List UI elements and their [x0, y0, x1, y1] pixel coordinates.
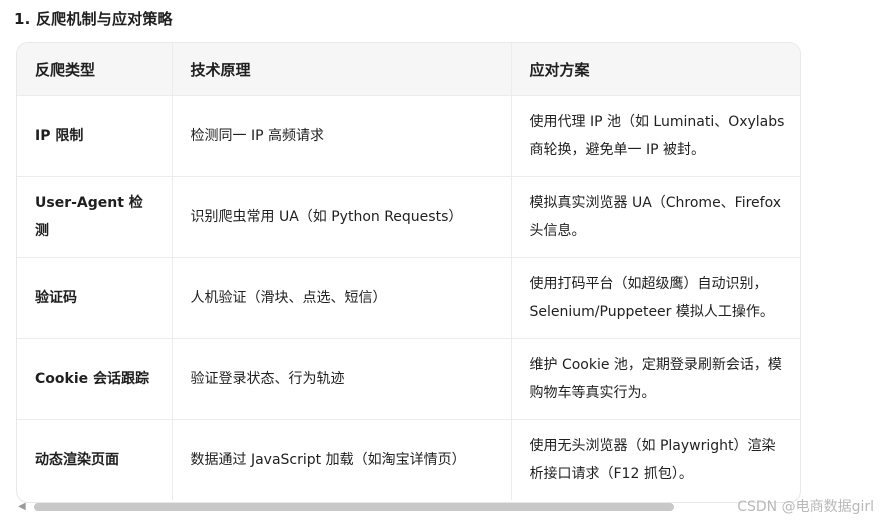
cell-principle: 验证登录状态、行为轨迹 [172, 338, 512, 420]
solution-line: 使用打码平台（如超级鹰）自动识别， [529, 276, 768, 292]
solution-line: Selenium/Puppeteer 模拟人工操作。 [529, 304, 774, 320]
scroll-left-arrow-icon[interactable]: ◀ [18, 502, 26, 512]
strategy-table: 反爬类型 技术原理 应对方案 IP 限制 检测同一 IP 高频请求 使用代理 I… [17, 43, 800, 500]
table-row: User-Agent 检测 识别爬虫常用 UA（如 Python Request… [17, 176, 800, 258]
solution-line: 使用无头浏览器（如 Playwright）渲染 [529, 438, 776, 454]
scrollbar-thumb[interactable] [34, 503, 674, 511]
cell-principle: 识别爬虫常用 UA（如 Python Requests） [172, 176, 512, 258]
header-solution: 应对方案 [511, 43, 800, 96]
cell-solution: 维护 Cookie 池，定期登录刷新会话，模 购物车等真实行为。 [511, 338, 800, 420]
section-heading: 1. 反爬机制与应对策略 [14, 10, 173, 28]
cell-principle: 检测同一 IP 高频请求 [172, 95, 512, 177]
watermark: CSDN @电商数据girl [737, 499, 874, 515]
header-type: 反爬类型 [17, 43, 173, 96]
table-row: IP 限制 检测同一 IP 高频请求 使用代理 IP 池（如 Luminati、… [17, 95, 800, 177]
cell-solution: 模拟真实浏览器 UA（Chrome、Firefox 头信息。 [511, 176, 800, 258]
solution-line: 维护 Cookie 池，定期登录刷新会话，模 [529, 357, 782, 373]
table-row: 动态渲染页面 数据通过 JavaScript 加载（如淘宝详情页） 使用无头浏览… [17, 419, 800, 500]
solution-line: 购物车等真实行为。 [529, 385, 656, 401]
cell-solution: 使用无头浏览器（如 Playwright）渲染 析接口请求（F12 抓包）。 [511, 419, 800, 500]
solution-line: 析接口请求（F12 抓包）。 [529, 466, 693, 482]
table-header-row: 反爬类型 技术原理 应对方案 [17, 43, 800, 96]
cell-principle: 数据通过 JavaScript 加载（如淘宝详情页） [172, 419, 512, 500]
solution-line: 使用代理 IP 池（如 Luminati、Oxylabs [529, 114, 785, 130]
cell-type: IP 限制 [17, 95, 173, 177]
table-row: Cookie 会话跟踪 验证登录状态、行为轨迹 维护 Cookie 池，定期登录… [17, 338, 800, 420]
cell-type: User-Agent 检测 [17, 176, 173, 258]
cell-type: Cookie 会话跟踪 [17, 338, 173, 420]
strategy-table-container[interactable]: 反爬类型 技术原理 应对方案 IP 限制 检测同一 IP 高频请求 使用代理 I… [16, 42, 801, 503]
horizontal-scrollbar[interactable]: ◀ [18, 502, 800, 512]
cell-type: 验证码 [17, 257, 173, 339]
cell-principle: 人机验证（滑块、点选、短信） [172, 257, 512, 339]
solution-line: 模拟真实浏览器 UA（Chrome、Firefox [529, 195, 782, 211]
solution-line: 商轮换，避免单一 IP 被封。 [529, 142, 705, 158]
cell-type: 动态渲染页面 [17, 419, 173, 500]
solution-line: 头信息。 [529, 223, 586, 239]
header-principle: 技术原理 [172, 43, 512, 96]
table-row: 验证码 人机验证（滑块、点选、短信） 使用打码平台（如超级鹰）自动识别， Sele… [17, 257, 800, 339]
cell-solution: 使用打码平台（如超级鹰）自动识别， Selenium/Puppeteer 模拟人工… [511, 257, 800, 339]
cell-solution: 使用代理 IP 池（如 Luminati、Oxylabs 商轮换，避免单一 IP … [511, 95, 800, 177]
